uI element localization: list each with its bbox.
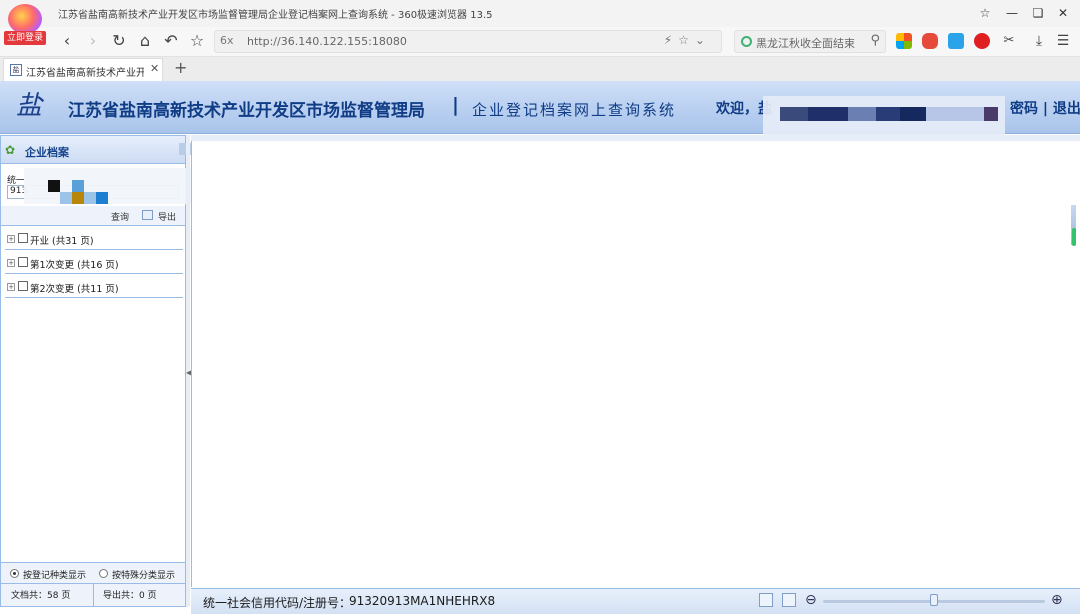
scissors-icon[interactable]: ✂ [998,30,1020,52]
export-total: 导出共：0 页 [103,591,157,601]
footer-divider [93,584,94,606]
fit-page-icon[interactable] [782,593,796,607]
menu-icon[interactable]: ☰ [1052,30,1074,52]
browser-navbar: ‹ › ↻ ⌂ ↶ ☆ 6x http://36.140.122.155:180… [0,27,1080,57]
download-icon[interactable]: ⤓ [1028,30,1050,52]
site-logo: 盐 [16,91,43,121]
org-name: 江苏省盐南高新技术产业开发区市场监督管理局 [68,101,425,121]
tab-title[interactable]: 江苏省盐南高新技术产业开发 [26,64,144,79]
undo-icon[interactable]: ↶ [160,30,182,52]
minimize-icon[interactable]: — [1003,4,1021,22]
restore-icon[interactable]: ❏ [1029,4,1047,22]
favicon-icon: 盐 [10,64,22,76]
viewer-header [191,135,1080,141]
redaction-block [84,192,96,204]
folder-icon: ✿ [5,143,16,157]
url-text[interactable]: http://36.140.122.155:18080 [247,35,407,48]
export-icon[interactable] [142,210,153,220]
sidebar-header: ✿ 企业档案 [1,136,185,164]
tab-active[interactable]: 盐 江苏省盐南高新技术产业开发 ✕ [3,58,163,81]
redaction-block [48,180,60,192]
reload-icon[interactable]: ↻ [108,30,130,52]
radio-by-special[interactable] [99,569,108,578]
expand-icon[interactable]: + [7,259,15,267]
zoom-out-icon[interactable]: ⊖ [805,592,817,608]
address-bar[interactable]: 6x http://36.140.122.155:18080 ⚡☆⌄ [214,30,722,53]
tree-item-label[interactable]: 第2次变更 (共11 页) [30,281,119,295]
viewer-statusbar: 统一社会信用代码/注册号： 91320913MA1NHEHRX8 ⊖ ⊕ [191,588,1080,614]
tree-checkbox[interactable] [18,233,28,243]
apps-icon[interactable] [896,33,912,49]
credit-code-label: 统一社会信用代码/注册号： [203,596,352,610]
address-tools-icon[interactable]: ⚡☆⌄ [664,33,711,47]
banner-separator: | [452,94,459,116]
search-input[interactable]: 黑龙江秋收全面结束 ⚲ [734,30,886,53]
close-icon[interactable]: ✕ [1054,4,1072,22]
redaction-block [926,107,984,121]
radio-by-category[interactable] [10,569,19,578]
tree-item[interactable]: + 第2次变更 (共11 页) [5,276,183,298]
security-shield-icon[interactable]: 6x [220,34,234,47]
login-button[interactable]: 立即登录 [4,31,46,45]
tree-checkbox[interactable] [18,257,28,267]
tree-item-label[interactable]: 第1次变更 (共16 页) [30,257,119,271]
export-button[interactable]: 导出 [158,210,176,223]
shirt-icon[interactable]: ☆ [976,4,994,22]
redaction-block [984,107,998,121]
redaction-block [60,192,72,204]
redaction-block [876,107,900,121]
favorite-icon[interactable]: ☆ [186,30,208,52]
zoom-slider-thumb[interactable] [930,594,938,606]
tab-close-icon[interactable]: ✕ [150,62,159,75]
tree-item-label[interactable]: 开业 (共31 页) [30,233,94,247]
tab-bar: 盐 江苏省盐南高新技术产业开发 ✕ [0,57,1080,81]
scroll-indicator[interactable] [1072,228,1076,246]
sidebar-title: 企业档案 [25,146,69,159]
redaction-block [848,107,876,121]
new-tab-icon[interactable]: + [174,58,187,77]
query-button[interactable]: 查询 [111,210,129,223]
tree-item[interactable]: + 开业 (共31 页) [5,228,183,250]
cloud-icon[interactable] [948,33,964,49]
expand-icon[interactable]: + [7,235,15,243]
banner-links[interactable]: 密码 | 退出 [1010,98,1080,118]
radio-by-category-label[interactable]: 按登记种类显示 [23,568,86,581]
security-icon[interactable] [974,33,990,49]
tree-checkbox[interactable] [18,281,28,291]
home-icon[interactable]: ⌂ [134,30,156,52]
redaction-block [780,107,808,121]
credit-code-value: 91320913MA1NHEHRX8 [349,594,496,608]
back-icon[interactable]: ‹ [56,30,78,52]
window-title: 江苏省盐南高新技术产业开发区市场监督管理局企业登记档案网上查询系统 - 360极… [58,10,493,21]
redaction-block [900,107,926,121]
fit-width-icon[interactable] [759,593,773,607]
zoom-in-icon[interactable]: ⊕ [1051,592,1063,608]
redaction-block [808,107,848,121]
tree-item[interactable]: + 第1次变更 (共16 页) [5,252,183,274]
expand-icon[interactable]: + [7,283,15,291]
search-suggestion[interactable]: 黑龙江秋收全面结束 [756,35,855,51]
docs-total: 文档共：58 页 [11,591,71,601]
redaction-block [72,192,84,204]
radio-by-special-label[interactable]: 按特殊分类显示 [112,568,175,581]
archive-sidebar: ✿ 企业档案 统一 913 查询 导出 + 开业 (共31 页) + 第1次变更… [0,135,186,607]
forward-icon[interactable]: › [82,30,104,52]
system-name: 企业登记档案网上查询系统 [472,101,677,119]
search-engine-icon [741,36,752,47]
search-icon[interactable]: ⚲ [870,33,880,48]
sidebar-footer: 按登记种类显示 按特殊分类显示 文档共：58 页 导出共：0 页 [1,562,185,606]
game-icon[interactable] [922,33,938,49]
browser-logo-icon[interactable] [8,4,42,34]
redaction-block [96,192,108,204]
browser-titlebar: 江苏省盐南高新技术产业开发区市场监督管理局企业登记档案网上查询系统 - 360极… [0,0,1080,27]
document-viewer [191,135,1080,587]
redaction-block [72,180,84,192]
